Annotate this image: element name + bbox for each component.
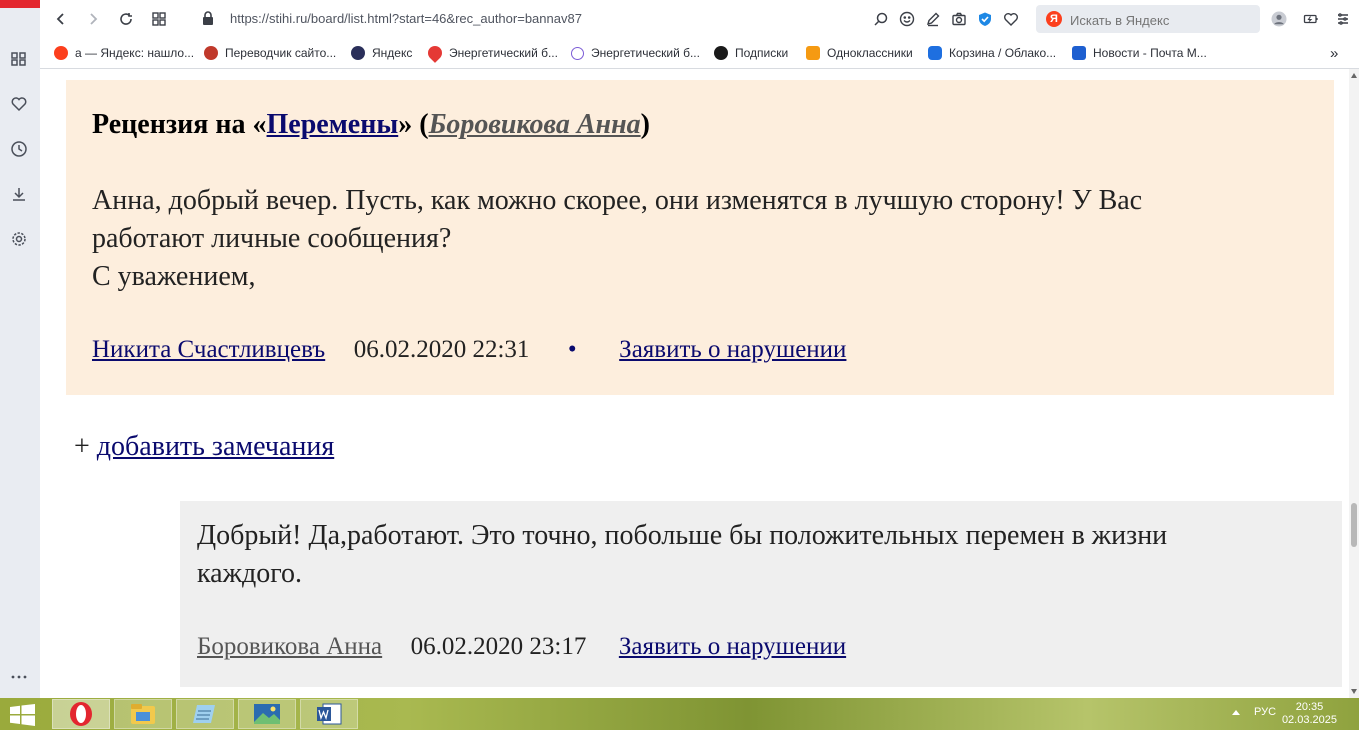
add-note-link[interactable]: добавить замечания bbox=[97, 431, 334, 462]
system-clock[interactable]: 20:35 02.03.2025 bbox=[1282, 701, 1337, 727]
back-arrow-icon[interactable] bbox=[50, 8, 72, 30]
tabs-grid-icon[interactable] bbox=[148, 8, 170, 30]
bookmark-label: Энергетический б... bbox=[449, 46, 558, 60]
translator-favicon-icon bbox=[204, 46, 218, 60]
bookmark-label: Переводчик сайто... bbox=[225, 46, 337, 60]
history-clock-icon[interactable] bbox=[8, 138, 30, 160]
reply-author-link[interactable]: Боровикова Анна bbox=[197, 633, 382, 660]
bookmark-item[interactable]: Корзина / Облако... bbox=[928, 44, 1056, 62]
bookmark-item[interactable]: Яндекс bbox=[351, 44, 412, 62]
review-datetime: 06.02.2020 22:31 bbox=[353, 336, 530, 363]
separator-bullet: • bbox=[567, 336, 577, 363]
zoom-search-icon[interactable] bbox=[870, 8, 892, 30]
scrollbar-thumb[interactable] bbox=[1351, 503, 1357, 547]
reviewer-link[interactable]: Никита Счастливцевъ bbox=[92, 336, 325, 363]
browser-sidebar bbox=[0, 0, 40, 698]
browser-toolbar: https://stihi.ru/board/list.html?start=4… bbox=[40, 0, 1359, 38]
work-author-link[interactable]: Боровикова Анна bbox=[429, 109, 641, 140]
yandex-logo-icon: Я bbox=[1046, 11, 1062, 27]
bookmark-label: Яндекс bbox=[372, 46, 413, 60]
globe-favicon-icon bbox=[571, 46, 584, 60]
scroll-down-icon[interactable] bbox=[1351, 689, 1357, 694]
bookmark-item[interactable]: Новости - Почта М... bbox=[1072, 44, 1207, 62]
bookmark-label: Новости - Почта М... bbox=[1093, 46, 1207, 60]
reply-meta: Боровикова Анна 06.02.2020 23:17 Заявить… bbox=[197, 633, 846, 661]
plus-icon: + bbox=[74, 431, 97, 462]
review-text: Анна, добрый вечер. Пусть, как можно ско… bbox=[92, 185, 1143, 292]
forward-arrow-icon[interactable] bbox=[82, 8, 104, 30]
speed-dial-icon[interactable] bbox=[8, 48, 30, 70]
page-scrollbar[interactable] bbox=[1349, 69, 1359, 698]
report-link[interactable]: Заявить о нарушении bbox=[619, 336, 846, 363]
yandex-search-box[interactable]: Я bbox=[1036, 5, 1260, 33]
reply-report-link[interactable]: Заявить о нарушении bbox=[619, 633, 846, 660]
address-bar[interactable]: https://stihi.ru/board/list.html?start=4… bbox=[230, 11, 582, 26]
opera-taskbar-icon[interactable] bbox=[52, 699, 110, 729]
bookmarks-more-icon[interactable]: » bbox=[1330, 44, 1338, 62]
work-link[interactable]: Перемены bbox=[267, 109, 399, 140]
subscriptions-favicon-icon bbox=[714, 46, 728, 60]
add-note: + добавить замечания bbox=[74, 431, 334, 463]
explorer-taskbar-icon[interactable] bbox=[114, 699, 172, 729]
bookmark-label: Подписки bbox=[735, 46, 789, 60]
windows-start-icon[interactable] bbox=[8, 704, 38, 726]
more-dots-icon[interactable] bbox=[8, 666, 30, 688]
bookmark-label: Корзина / Облако... bbox=[949, 46, 1057, 60]
battery-saver-icon[interactable] bbox=[1300, 8, 1322, 30]
notepad-taskbar-icon[interactable] bbox=[176, 699, 234, 729]
tray-expand-icon[interactable] bbox=[1232, 710, 1240, 715]
reload-icon[interactable] bbox=[115, 8, 137, 30]
mail-favicon-icon bbox=[1072, 46, 1086, 60]
sidebar-top-strip bbox=[0, 0, 40, 8]
review-meta: Никита Счастливцевъ 06.02.2020 22:31 • З… bbox=[92, 336, 846, 364]
cloud-favicon-icon bbox=[928, 46, 942, 60]
windows-taskbar: РУС 20:35 02.03.2025 bbox=[0, 698, 1359, 730]
image-viewer-taskbar-icon[interactable] bbox=[238, 699, 296, 729]
scroll-up-icon[interactable] bbox=[1351, 73, 1357, 78]
bookmark-label: Энергетический б... bbox=[591, 46, 700, 60]
downloads-icon[interactable] bbox=[8, 183, 30, 205]
yandex-favicon-icon bbox=[54, 46, 68, 60]
reply-card: Добрый! Да,работают. Это точно, побольше… bbox=[180, 501, 1342, 687]
keyboard-language[interactable]: РУС bbox=[1254, 706, 1276, 718]
bookmark-label: Одноклассники bbox=[827, 46, 913, 60]
favorite-heart-icon[interactable] bbox=[1000, 8, 1022, 30]
bookmark-item[interactable]: а — Яндекс: нашло... bbox=[54, 44, 194, 62]
bookmark-item[interactable]: Энергетический б... bbox=[571, 44, 700, 62]
bookmark-item[interactable]: Переводчик сайто... bbox=[204, 44, 336, 62]
emoji-icon[interactable] bbox=[896, 8, 918, 30]
odnoklassniki-favicon-icon bbox=[806, 46, 820, 60]
bookmark-item[interactable]: Одноклассники bbox=[806, 44, 913, 62]
review-card: Рецензия на «Перемены» (Боровикова Анна)… bbox=[66, 80, 1334, 395]
bookmark-label: а — Яндекс: нашло... bbox=[75, 46, 195, 60]
menu-lines-icon[interactable] bbox=[1332, 8, 1354, 30]
bookmarks-bar: а — Яндекс: нашло... Переводчик сайто...… bbox=[40, 38, 1359, 69]
profile-avatar-icon[interactable] bbox=[1268, 8, 1290, 30]
camera-icon[interactable] bbox=[948, 8, 970, 30]
review-title: Рецензия на «Перемены» (Боровикова Анна) bbox=[92, 109, 650, 140]
settings-gear-icon[interactable] bbox=[8, 228, 30, 250]
word-taskbar-icon[interactable] bbox=[300, 699, 358, 729]
yandex-favicon-icon bbox=[351, 46, 365, 60]
map-pin-favicon-icon bbox=[425, 43, 445, 63]
shield-icon[interactable] bbox=[974, 8, 996, 30]
heart-icon[interactable] bbox=[8, 93, 30, 115]
lock-icon[interactable] bbox=[200, 10, 216, 26]
reply-datetime: 06.02.2020 23:17 bbox=[410, 633, 587, 660]
bookmark-item[interactable]: Энергетический б... bbox=[425, 43, 558, 63]
reply-text: Добрый! Да,работают. Это точно, побольше… bbox=[197, 520, 1168, 589]
page-content: Рецензия на «Перемены» (Боровикова Анна)… bbox=[40, 69, 1349, 698]
edit-pen-icon[interactable] bbox=[922, 8, 944, 30]
bookmark-item[interactable]: Подписки bbox=[714, 44, 788, 62]
yandex-search-input[interactable] bbox=[1068, 9, 1252, 31]
